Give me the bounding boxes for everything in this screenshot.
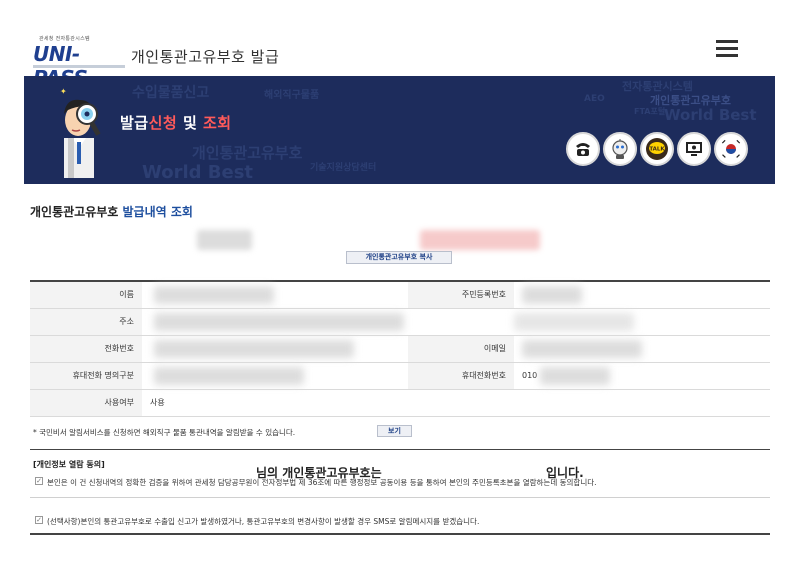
consent-checkbox-2[interactable]: ✓ <box>35 516 43 524</box>
mobile-owner-label: 휴대전화 명의구분 <box>72 371 134 380</box>
redacted-address-detail <box>514 313 634 331</box>
use-label: 사용여부 <box>104 398 134 407</box>
email-label: 이메일 <box>483 344 506 353</box>
copy-code-button[interactable]: 개인통관고유부호 복사 <box>346 251 452 264</box>
redacted-email-value <box>522 340 642 358</box>
kakao-talk-label: TALK <box>649 147 665 153</box>
banner-word-cloud: World Best <box>142 162 254 183</box>
page-title: 개인통관고유부호 발급 <box>131 48 280 66</box>
banner-title: 발급신청 및 조회 <box>120 112 232 133</box>
result-line: 님의 개인통관고유부호는 입니다. <box>0 230 800 480</box>
banner-word-cloud: 개인통관고유부호 <box>192 144 303 162</box>
notice-text: * 국민비서 알림서비스를 신청하면 해외직구 물품 통관내역을 알림받을 수 … <box>33 428 296 437</box>
rrn-label: 주민등록번호 <box>461 290 506 299</box>
redacted-name-value <box>154 286 274 304</box>
remote-support-icon[interactable] <box>677 132 711 166</box>
banner-title-issue: 발급 <box>120 114 149 132</box>
redacted-mobile-owner-value <box>154 367 304 385</box>
phone-label: 전화번호 <box>104 344 134 353</box>
phone-support-icon[interactable] <box>566 132 600 166</box>
banner-word-cloud: 해외직구물품 <box>264 90 320 101</box>
banner-title-and: 및 <box>177 114 203 132</box>
banner-word-cloud: 수입물품신고 <box>132 85 210 101</box>
svg-text:✦: ✦ <box>60 87 67 96</box>
banner-word-cloud: AEO <box>584 94 605 104</box>
table-row: 전화번호 이메일 <box>30 336 770 363</box>
use-value: 사용 <box>150 398 165 407</box>
banner-word-cloud: FTA포털 <box>634 107 666 116</box>
government-seal-icon[interactable] <box>714 132 748 166</box>
unipass-logo[interactable]: 관세청 전자통관시스템 UNI-PASS <box>33 36 128 90</box>
section-title-prefix: 개인통관고유부호 <box>30 205 123 219</box>
redacted-phone-value <box>154 340 354 358</box>
redacted-address-value <box>154 313 404 331</box>
section-title-highlight: 발급내역 조회 <box>122 205 193 219</box>
support-icons: TALK <box>566 132 748 166</box>
kakao-talk-icon[interactable]: TALK <box>640 132 674 166</box>
redacted-rrn-value <box>522 286 582 304</box>
divider <box>30 497 770 498</box>
section-title: 개인통관고유부호 발급내역 조회 <box>30 203 193 220</box>
banner-title-apply: 신청 <box>148 114 178 132</box>
view-button[interactable]: 보기 <box>377 425 412 437</box>
inspector-character-icon: ✦ <box>60 87 101 178</box>
hamburger-menu-icon[interactable] <box>716 40 738 60</box>
banner-word-cloud: World Best <box>664 106 757 124</box>
consent-heading: [개인정보 열람 동의] <box>33 460 105 469</box>
table-row: 사용여부 사용 <box>30 390 770 417</box>
consent-text-2: (선택사항)본인의 통관고유부호로 수출입 신고가 발생하였거나, 통관고유부호… <box>47 517 480 526</box>
info-table: 이름 주민등록번호 주소 전화번호 이메일 휴대전화 명의구분 휴대전화번호 0… <box>30 280 770 417</box>
banner-title-inquiry: 조회 <box>202 114 232 132</box>
consent-section: [개인정보 열람 동의] ✓ 본인은 이 건 신청내역의 정확한 검증을 위하여… <box>30 449 770 535</box>
mobile-label: 휴대전화번호 <box>461 371 506 380</box>
table-row: 이름 주민등록번호 <box>30 282 770 309</box>
logo-subtitle: 관세청 전자통관시스템 <box>39 36 90 42</box>
table-row: 휴대전화 명의구분 휴대전화번호 010 <box>30 363 770 390</box>
address-label: 주소 <box>119 317 134 326</box>
mobile-value: 010 <box>522 371 538 380</box>
banner: 수입물품신고 해외직구물품 개인통관고유부호 World Best 기술지원상담… <box>24 76 775 184</box>
robot-chat-icon[interactable] <box>603 132 637 166</box>
consent-checkbox-1[interactable]: ✓ <box>35 477 43 485</box>
name-label: 이름 <box>119 290 134 299</box>
banner-word-cloud: 기술지원상담센터 <box>310 163 377 173</box>
redacted-customs-code <box>420 230 540 250</box>
header: 관세청 전자통관시스템 UNI-PASS 개인통관고유부호 발급 <box>0 0 800 90</box>
logo-underline <box>33 65 125 68</box>
redacted-mobile-value <box>540 367 610 385</box>
consent-text-1: 본인은 이 건 신청내역의 정확한 검증을 위하여 관세청 담당공무원이 전자정… <box>47 478 597 487</box>
table-row: 주소 <box>30 309 770 336</box>
